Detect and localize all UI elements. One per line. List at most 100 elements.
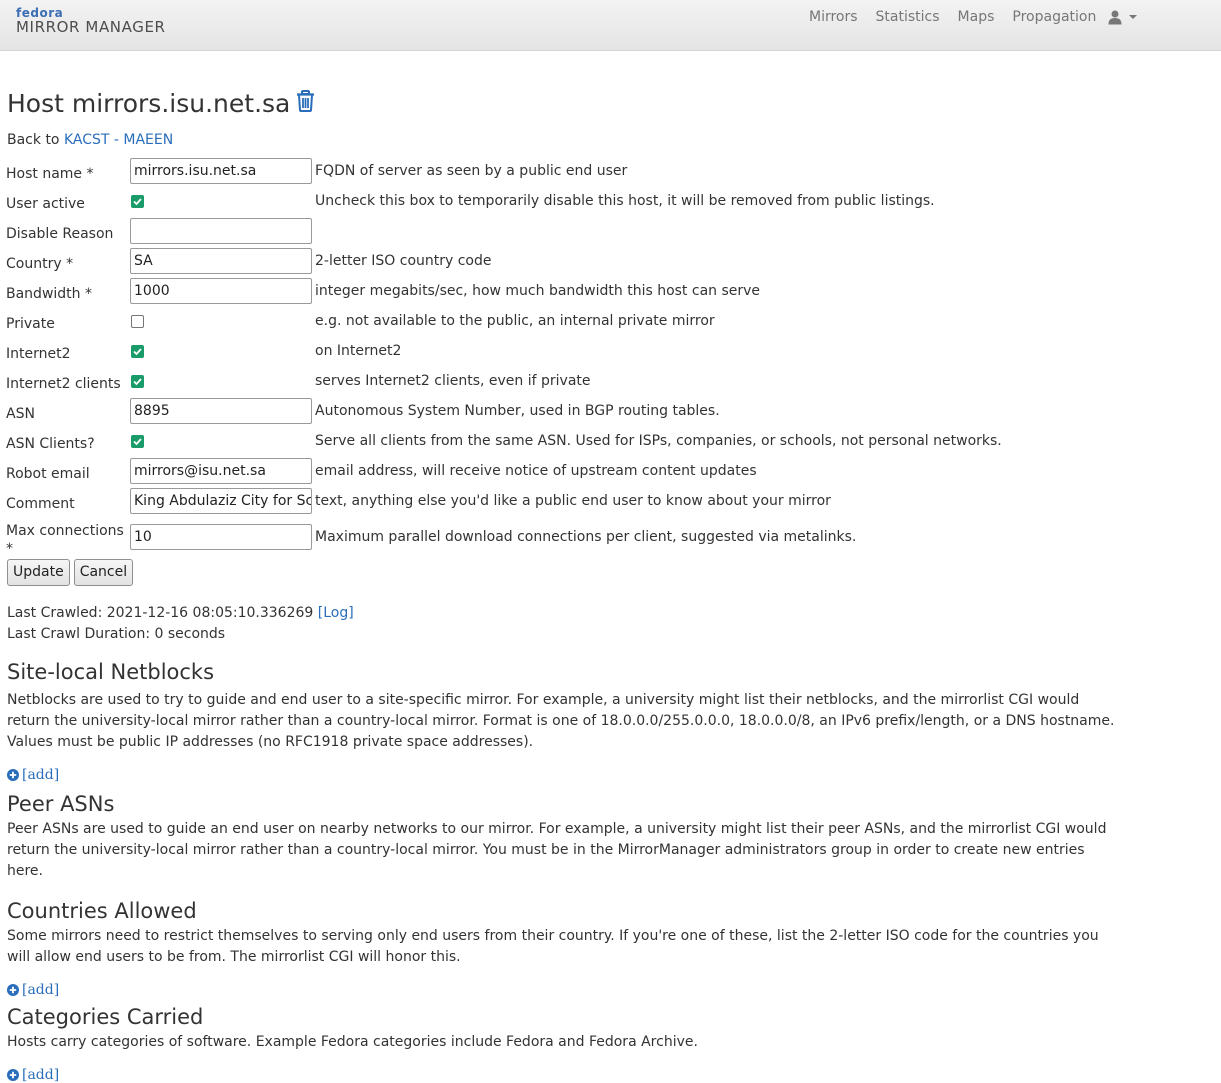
- check-icon: [133, 347, 142, 355]
- nav-statistics[interactable]: Statistics: [867, 8, 949, 26]
- nav-mirrors[interactable]: Mirrors: [800, 8, 867, 26]
- user-menu-toggle[interactable]: [1107, 9, 1138, 25]
- crawl-duration-text: Last Crawl Duration: 0 seconds: [7, 626, 226, 642]
- trash-icon[interactable]: [296, 88, 315, 120]
- peer-asns-title: Peer ASNs: [7, 792, 115, 816]
- hint-asn: Autonomous System Number, used in BGP ro…: [315, 403, 720, 419]
- row-internet2: Internet2 on Internet2: [6, 336, 1002, 366]
- last-crawled-text: Last Crawled: 2021-12-16 08:05:10.336269: [7, 605, 314, 621]
- hint-host-name: FQDN of server as seen by a public end u…: [315, 163, 628, 179]
- peer-asns-desc: Peer ASNs are used to guide an end user …: [7, 821, 1107, 879]
- internet2-clients-checkbox[interactable]: [131, 374, 144, 388]
- netblocks-add-link[interactable]: [add]: [22, 767, 59, 783]
- row-disable-reason: Disable Reason: [6, 216, 1002, 246]
- hint-internet2-clients: serves Internet2 clients, even if privat…: [315, 373, 591, 389]
- plus-circle-icon: [7, 769, 19, 781]
- back-line: Back to KACST - MAEEN: [7, 130, 1117, 150]
- hint-max-connections: Maximum parallel download connections pe…: [315, 529, 857, 545]
- update-button[interactable]: Update: [7, 559, 70, 586]
- page-title-text: Host mirrors.isu.net.sa: [7, 89, 291, 118]
- hint-private: e.g. not available to the public, an int…: [315, 313, 715, 329]
- cancel-button[interactable]: Cancel: [73, 559, 134, 586]
- row-host-name: Host name * mirrors.isu.net.sa FQDN of s…: [6, 156, 1002, 186]
- crawl-log-link[interactable]: [Log]: [318, 605, 354, 621]
- label-user-active: User active: [6, 196, 85, 212]
- label-internet2: Internet2: [6, 346, 71, 362]
- bandwidth-input[interactable]: 1000: [130, 278, 312, 304]
- host-name-input[interactable]: mirrors.isu.net.sa: [130, 158, 312, 184]
- nav-maps[interactable]: Maps: [949, 8, 1004, 26]
- countries-add[interactable]: [add]: [7, 982, 1117, 998]
- row-asn-clients: ASN Clients? Serve all clients from the …: [6, 426, 1002, 456]
- label-bandwidth: Bandwidth *: [6, 286, 92, 302]
- asn-clients-checkbox[interactable]: [131, 434, 144, 448]
- row-internet2-clients: Internet2 clients serves Internet2 clien…: [6, 366, 1002, 396]
- section-categories: Categories Carried Hosts carry categorie…: [7, 1004, 1117, 1083]
- user-icon: [1108, 10, 1122, 25]
- country-input[interactable]: SA: [130, 248, 312, 274]
- check-icon: [133, 377, 142, 385]
- label-robot-email: Robot email: [6, 466, 90, 482]
- fedora-mirror-manager-logo[interactable]: fedora MIRROR MANAGER: [16, 7, 166, 35]
- row-robot-email: Robot email mirrors@isu.net.sa email add…: [6, 456, 1002, 486]
- back-site-link[interactable]: KACST - MAEEN: [64, 132, 173, 148]
- hint-internet2: on Internet2: [315, 343, 402, 359]
- countries-title: Countries Allowed: [7, 899, 197, 923]
- label-host-name: Host name *: [6, 166, 94, 182]
- section-peer-asns: Peer ASNs Peer ASNs are used to guide an…: [7, 791, 1117, 882]
- countries-desc: Some mirrors need to restrict themselves…: [7, 928, 1099, 965]
- section-countries: Countries Allowed Some mirrors need to r…: [7, 898, 1117, 998]
- brand-main-text: MIRROR MANAGER: [16, 18, 166, 36]
- label-internet2-clients: Internet2 clients: [6, 376, 121, 392]
- categories-title: Categories Carried: [7, 1005, 204, 1029]
- host-form: Host name * mirrors.isu.net.sa FQDN of s…: [6, 156, 1002, 558]
- row-country: Country * SA 2-letter ISO country code: [6, 246, 1002, 276]
- categories-add[interactable]: [add]: [7, 1067, 1117, 1083]
- check-icon: [133, 197, 142, 205]
- crawl-info: Last Crawled: 2021-12-16 08:05:10.336269…: [7, 603, 1117, 645]
- label-asn: ASN: [6, 406, 35, 422]
- asn-input[interactable]: 8895: [130, 398, 312, 424]
- categories-desc: Hosts carry categories of software. Exam…: [7, 1034, 698, 1050]
- hint-asn-clients: Serve all clients from the same ASN. Use…: [315, 433, 1002, 449]
- navbar: fedora MIRROR MANAGER Mirrors Statistics…: [0, 0, 1221, 51]
- page-title: Host mirrors.isu.net.sa: [7, 88, 1117, 120]
- hint-user-active: Uncheck this box to temporarily disable …: [315, 193, 935, 209]
- robot-email-input[interactable]: mirrors@isu.net.sa: [130, 458, 312, 484]
- netblocks-title: Site-local Netblocks: [7, 660, 215, 684]
- chevron-down-icon: [1129, 15, 1138, 19]
- internet2-checkbox[interactable]: [131, 344, 144, 358]
- comment-input[interactable]: King Abdulaziz City for Science: [130, 488, 312, 514]
- row-user-active: User active Uncheck this box to temporar…: [6, 186, 1002, 216]
- back-prefix: Back to: [7, 132, 60, 148]
- hint-comment: text, anything else you'd like a public …: [315, 493, 831, 509]
- label-comment: Comment: [6, 496, 75, 512]
- netblocks-add[interactable]: [add]: [7, 767, 1117, 783]
- label-private: Private: [6, 316, 55, 332]
- nav-propagation[interactable]: Propagation: [1003, 8, 1105, 26]
- row-comment: Comment King Abdulaziz City for Science …: [6, 486, 1002, 516]
- categories-add-link[interactable]: [add]: [22, 1067, 59, 1083]
- row-max-connections: Max connections * 10 Maximum parallel do…: [6, 516, 1002, 558]
- countries-add-link[interactable]: [add]: [22, 982, 59, 998]
- hint-robot-email: email address, will receive notice of up…: [315, 463, 757, 479]
- label-disable-reason: Disable Reason: [6, 226, 114, 242]
- main-content: Host mirrors.isu.net.sa Back to KACST - …: [6, 88, 1117, 1083]
- form-buttons: Update Cancel: [7, 559, 1117, 586]
- disable-reason-input[interactable]: [130, 218, 312, 244]
- row-asn: ASN 8895 Autonomous System Number, used …: [6, 396, 1002, 426]
- label-max-connections: Max connections *: [6, 523, 124, 557]
- row-bandwidth: Bandwidth * 1000 integer megabits/sec, h…: [6, 276, 1002, 306]
- label-asn-clients: ASN Clients?: [6, 436, 95, 452]
- private-checkbox[interactable]: [131, 314, 144, 328]
- main-nav: Mirrors Statistics Maps Propagation: [800, 8, 1138, 26]
- hint-country: 2-letter ISO country code: [315, 253, 492, 269]
- max-connections-input[interactable]: 10: [130, 524, 312, 550]
- user-active-checkbox[interactable]: [131, 194, 144, 208]
- hint-bandwidth: integer megabits/sec, how much bandwidth…: [315, 283, 761, 299]
- label-country: Country *: [6, 256, 74, 272]
- netblocks-desc: Netblocks are used to try to guide and e…: [7, 692, 1115, 750]
- row-private: Private e.g. not available to the public…: [6, 306, 1002, 336]
- plus-circle-icon: [7, 1069, 19, 1081]
- check-icon: [133, 437, 142, 445]
